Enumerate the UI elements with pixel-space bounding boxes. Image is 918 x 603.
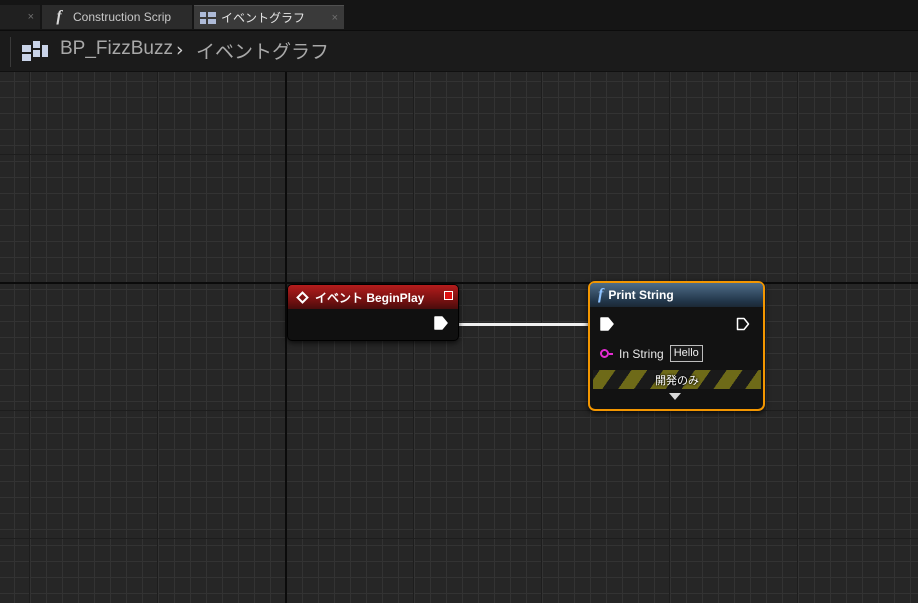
breadcrumb-blueprint[interactable]: BP_FizzBuzz — [60, 38, 173, 60]
breadcrumb-graph[interactable]: イベントグラフ — [196, 37, 329, 64]
exec-wire[interactable] — [455, 323, 589, 326]
tab-label: Construction Scrip — [73, 10, 172, 24]
tab-construction-script[interactable]: f Construction Scrip — [42, 5, 192, 29]
exec-output-pin-icon[interactable] — [434, 316, 448, 330]
major-gridline — [0, 538, 918, 539]
major-gridline — [541, 72, 542, 603]
tab-close-button[interactable]: × — [28, 11, 34, 23]
major-gridline — [0, 154, 918, 155]
tab-event-graph[interactable]: イベントグラフ × — [194, 5, 344, 29]
function-icon: f — [56, 8, 62, 25]
origin-axis-horizontal — [0, 282, 918, 284]
exec-input-pin-icon[interactable] — [600, 317, 614, 331]
tab-strip: × f Construction Scrip イベントグラフ × — [0, 0, 918, 31]
string-pin-icon[interactable] — [600, 349, 609, 358]
node-header[interactable]: イベント BeginPlay — [288, 285, 458, 309]
expand-advanced-arrow-icon[interactable] — [669, 393, 681, 400]
toolbar-divider — [10, 37, 11, 67]
major-gridline — [157, 72, 158, 603]
tab-close-button[interactable]: × — [332, 12, 338, 24]
string-pin-tail — [609, 352, 613, 355]
event-diamond-icon — [296, 290, 309, 304]
delegate-pin[interactable] — [444, 291, 453, 300]
event-graph-icon — [200, 11, 216, 24]
tab-label: イベントグラフ — [221, 11, 306, 25]
major-gridline — [0, 410, 918, 411]
function-icon: f — [598, 286, 604, 303]
in-string-value-input[interactable]: Hello — [669, 345, 703, 362]
in-string-pin-row: In String Hello — [600, 345, 703, 362]
development-only-banner: 開発のみ — [593, 370, 761, 389]
major-gridline — [29, 72, 30, 603]
development-only-label: 開発のみ — [655, 374, 699, 387]
event-begin-play-node[interactable]: イベント BeginPlay — [287, 284, 459, 341]
in-string-label: In String — [619, 346, 664, 361]
major-gridline — [797, 72, 798, 603]
blueprint-graph-icon — [22, 41, 48, 61]
tab-previous[interactable]: × — [0, 5, 40, 29]
exec-output-pin-icon[interactable] — [736, 317, 750, 331]
node-title: Print String — [608, 288, 674, 302]
node-header[interactable]: f Print String — [590, 283, 763, 307]
node-title: イベント BeginPlay — [315, 290, 425, 305]
print-string-node[interactable]: f Print String In String Hello 開発のみ — [588, 281, 765, 411]
breadcrumb: BP_FizzBuzz › イベントグラフ — [0, 31, 918, 72]
breadcrumb-chevron-icon: › — [176, 39, 184, 61]
graph-canvas[interactable]: イベント BeginPlay f Print String In String … — [0, 72, 918, 603]
